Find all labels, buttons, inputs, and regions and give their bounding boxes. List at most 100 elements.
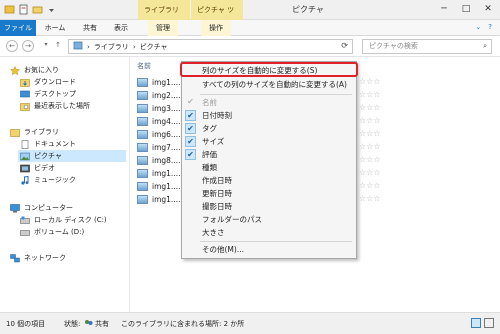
- large-icons-view-button[interactable]: [484, 318, 494, 328]
- window-icon: [4, 4, 15, 15]
- star-icon: [9, 65, 21, 75]
- image-file-icon: [137, 182, 148, 191]
- rating-stars[interactable]: ☆☆☆: [359, 103, 381, 112]
- window-controls: ─ □ ✕: [438, 4, 494, 14]
- breadcrumb-separator-icon: ›: [87, 42, 90, 51]
- nav-documents[interactable]: ドキュメント: [20, 138, 76, 150]
- close-button[interactable]: ✕: [482, 4, 494, 14]
- item-count: 10 個の項目: [6, 320, 46, 328]
- help-icon[interactable]: ?: [488, 23, 492, 31]
- address-bar-row: ← → ▾ ↑ › ライブラリ › ピクチャ ⟳ ピクチャの検索 ⌕: [0, 36, 500, 57]
- tab-operations[interactable]: 操作: [201, 20, 231, 36]
- rating-stars[interactable]: ☆☆☆: [359, 116, 381, 125]
- tab-home[interactable]: ホーム: [40, 20, 70, 36]
- nav-library[interactable]: ライブラリ: [10, 126, 59, 138]
- drive-icon: [20, 216, 30, 225]
- rating-stars[interactable]: ☆☆☆: [359, 77, 381, 86]
- image-file-icon: [137, 130, 148, 139]
- quick-access-toolbar: [4, 4, 57, 15]
- forward-button[interactable]: →: [22, 40, 34, 52]
- nav-computer[interactable]: コンピューター: [10, 202, 73, 214]
- ribbon-tabs: ファイル ホーム 共有 表示 管理 操作 ⌄ ?: [0, 20, 500, 36]
- menu-item-more[interactable]: その他(M)...: [202, 244, 244, 256]
- menu-item-dimensions[interactable]: 大きさ: [202, 227, 225, 239]
- list-item[interactable]: img1....: [137, 181, 180, 192]
- rating-stars[interactable]: ☆☆☆: [359, 194, 381, 203]
- nav-music[interactable]: ミュージック: [20, 174, 76, 186]
- customize-dropdown-icon[interactable]: [46, 4, 57, 15]
- tab-view[interactable]: 表示: [108, 20, 134, 36]
- menu-separator: [200, 94, 352, 95]
- list-item[interactable]: img4....: [137, 116, 180, 127]
- menu-item-date-modified[interactable]: 更新日時: [202, 188, 232, 200]
- check-icon: ✔: [185, 136, 196, 147]
- list-item[interactable]: img6....: [137, 129, 180, 140]
- status-bar: 10 個の項目 状態: 共有 このライブラリに含まれる場所: 2 か所: [0, 312, 500, 334]
- address-box[interactable]: › ライブラリ › ピクチャ ⟳: [68, 39, 353, 54]
- navigation-pane: お気に入り ダウンロード デスクトップ 最近表示した場所 ライブラリ ドキュメン…: [0, 57, 130, 312]
- minimize-button[interactable]: ─: [438, 4, 450, 14]
- tab-file[interactable]: ファイル: [0, 20, 36, 36]
- up-button[interactable]: ↑: [52, 40, 64, 52]
- list-item[interactable]: img1....: [137, 194, 180, 205]
- library-location-icon: [73, 41, 83, 52]
- list-item[interactable]: img1....: [137, 77, 180, 88]
- rating-stars[interactable]: ☆☆☆: [359, 90, 381, 99]
- tab-manage[interactable]: 管理: [148, 20, 178, 36]
- menu-item-folder-path[interactable]: フォルダーのパス: [202, 214, 262, 226]
- rating-stars[interactable]: ☆☆☆: [359, 168, 381, 177]
- search-icon[interactable]: ⌕: [483, 40, 487, 53]
- rating-stars[interactable]: ☆☆☆: [359, 181, 381, 190]
- recent-locations-dropdown-icon[interactable]: ▾: [40, 40, 52, 52]
- recent-places-icon: [20, 102, 30, 111]
- expand-ribbon-icon[interactable]: ⌄: [475, 23, 481, 31]
- column-header-name[interactable]: 名前: [137, 61, 151, 71]
- new-folder-icon[interactable]: [32, 4, 43, 15]
- nav-favorites[interactable]: お気に入り: [9, 64, 59, 76]
- breadcrumb-library[interactable]: ライブラリ: [94, 42, 129, 52]
- menu-item-type[interactable]: 種類: [202, 162, 217, 174]
- maximize-button[interactable]: □: [460, 4, 472, 14]
- list-item[interactable]: img3....: [137, 103, 180, 114]
- nav-pictures[interactable]: ピクチャ: [18, 150, 126, 162]
- video-icon: [20, 164, 30, 173]
- menu-item-tags[interactable]: タグ: [202, 123, 217, 135]
- rating-stars[interactable]: ☆☆☆: [359, 142, 381, 151]
- menu-item-autosize-all-columns[interactable]: すべての列のサイズを自動的に変更する(A): [202, 79, 347, 91]
- back-button[interactable]: ←: [6, 40, 18, 52]
- tab-share[interactable]: 共有: [78, 20, 102, 36]
- state-value: 共有: [95, 320, 109, 328]
- list-item[interactable]: img2....: [137, 90, 180, 101]
- nav-network[interactable]: ネットワーク: [10, 252, 66, 264]
- menu-item-rating[interactable]: 評価: [202, 149, 217, 161]
- image-file-icon: [137, 156, 148, 165]
- menu-item-date-created[interactable]: 作成日時: [202, 175, 232, 187]
- nav-desktop[interactable]: デスクトップ: [20, 88, 76, 100]
- check-icon: ✔: [185, 149, 196, 160]
- nav-downloads[interactable]: ダウンロード: [20, 76, 76, 88]
- list-item[interactable]: img8....: [137, 155, 180, 166]
- list-item[interactable]: img7....: [137, 142, 180, 153]
- rating-stars[interactable]: ☆☆☆: [359, 129, 381, 138]
- properties-icon[interactable]: [18, 4, 29, 15]
- view-switcher: [471, 318, 494, 328]
- refresh-icon[interactable]: ⟳: [341, 41, 348, 50]
- details-view-button[interactable]: [471, 318, 481, 328]
- library-locations: このライブラリに含まれる場所: 2 か所: [121, 320, 245, 328]
- image-file-icon: [137, 78, 148, 87]
- list-item[interactable]: img1....: [137, 168, 180, 179]
- title-bar: ライブラリ ツール ピクチャ ツール ピクチャ ─ □ ✕: [0, 0, 500, 34]
- nav-volume-d[interactable]: ボリューム (D:): [20, 226, 84, 238]
- breadcrumb-pictures[interactable]: ピクチャ: [140, 42, 168, 52]
- menu-item-date-time[interactable]: 日付時刻: [202, 110, 232, 122]
- menu-item-date-taken[interactable]: 撮影日時: [202, 201, 232, 213]
- desktop-icon: [20, 90, 30, 99]
- window-title: ピクチャ: [292, 5, 324, 14]
- search-input[interactable]: ピクチャの検索 ⌕: [362, 39, 492, 54]
- rating-stars[interactable]: ☆☆☆: [359, 155, 381, 164]
- nav-videos[interactable]: ビデオ: [20, 162, 55, 174]
- nav-local-disk-c[interactable]: ローカル ディスク (C:): [20, 214, 107, 226]
- image-file-icon: [137, 169, 148, 178]
- nav-recent-places[interactable]: 最近表示した場所: [20, 100, 90, 112]
- menu-item-size[interactable]: サイズ: [202, 136, 224, 148]
